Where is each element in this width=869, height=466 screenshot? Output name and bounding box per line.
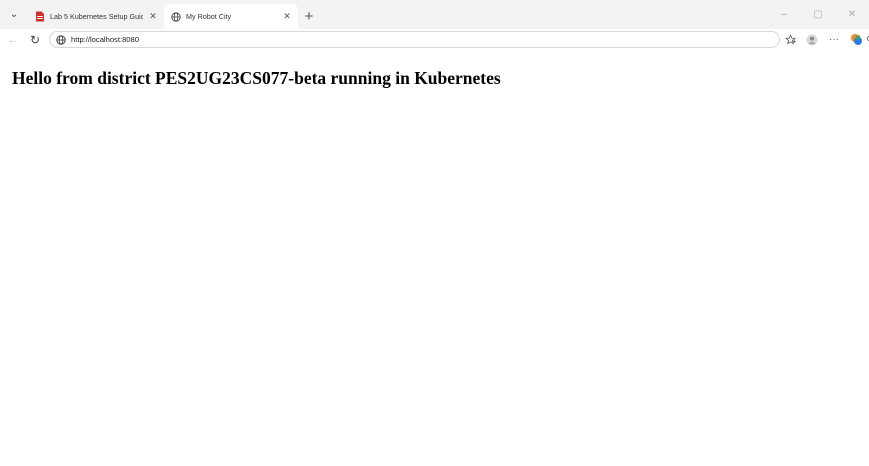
maximize-icon[interactable]: ▢ xyxy=(801,9,835,20)
close-window-icon[interactable]: ✕ xyxy=(835,9,869,20)
close-icon[interactable]: ✕ xyxy=(282,11,292,22)
tab-lab5-pdf[interactable]: Lab 5 Kubernetes Setup Guide.pdf ✕ xyxy=(28,4,164,29)
new-tab-button[interactable]: + xyxy=(298,4,320,29)
page-content: Hello from district PES2UG23CS077-beta r… xyxy=(0,50,869,466)
browser-toolbar: ← ↻ http://localhost:8080 ··· xyxy=(0,29,869,50)
tab-strip: ⌄ Lab 5 Kubernetes Setup Guide.pdf ✕ My … xyxy=(0,0,869,29)
more-options-icon[interactable]: ··· xyxy=(827,33,841,47)
back-button[interactable]: ← xyxy=(4,31,22,49)
favorite-star-icon[interactable] xyxy=(783,33,797,47)
tab-title: Lab 5 Kubernetes Setup Guide.pdf xyxy=(50,12,143,21)
plus-icon: + xyxy=(304,8,314,25)
globe-icon xyxy=(170,11,181,22)
address-bar[interactable]: http://localhost:8080 xyxy=(49,31,780,48)
tab-my-robot-city[interactable]: My Robot City ✕ xyxy=(164,4,298,29)
reload-button[interactable]: ↻ xyxy=(26,31,44,49)
arrow-left-icon: ← xyxy=(7,33,19,46)
copilot-icon[interactable] xyxy=(849,33,863,47)
profile-avatar-icon[interactable] xyxy=(805,33,819,47)
toolbar-right-tools: ··· Ch xyxy=(783,29,869,50)
close-icon[interactable]: ✕ xyxy=(148,11,158,22)
chevron-down-icon: ⌄ xyxy=(9,9,19,20)
pdf-icon xyxy=(34,11,45,22)
site-info-icon[interactable] xyxy=(56,34,66,45)
tab-title: My Robot City xyxy=(186,12,232,21)
url-text: http://localhost:8080 xyxy=(71,35,139,44)
minimize-icon[interactable]: – xyxy=(767,9,801,20)
tab-actions-menu-button[interactable]: ⌄ xyxy=(0,0,28,29)
page-heading: Hello from district PES2UG23CS077-beta r… xyxy=(12,68,501,88)
window-controls: – ▢ ✕ xyxy=(767,0,869,29)
reload-icon: ↻ xyxy=(29,32,41,47)
